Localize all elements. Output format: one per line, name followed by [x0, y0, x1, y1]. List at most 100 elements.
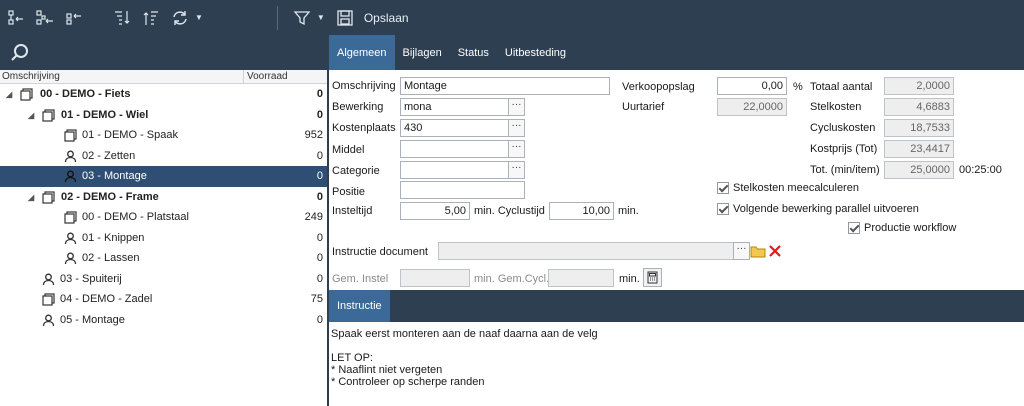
instructie-document-field[interactable]: [438, 242, 734, 260]
checkbox-checked-icon[interactable]: [717, 203, 729, 215]
tree-row[interactable]: 05 - Montage 0: [0, 310, 327, 331]
tree-row[interactable]: 01 - DEMO - Spaak 952: [0, 125, 327, 146]
expand-triangle-icon[interactable]: ◢: [6, 90, 14, 99]
middel-lookup-button[interactable]: ···: [508, 140, 525, 158]
volgende-parallel-checkbox[interactable]: Volgende bewerking parallel uitvoeren: [717, 203, 919, 215]
verkoopopslag-field[interactable]: 0,00: [717, 77, 787, 95]
instructie-text-area[interactable]: Spaak eerst monteren aan de naaf daarna …: [329, 322, 1024, 406]
assembly-icon: [42, 190, 55, 204]
calculator-icon[interactable]: [643, 268, 662, 287]
tree-row-stock: 0: [316, 272, 323, 285]
tree-row[interactable]: 02 - Zetten 0: [0, 146, 327, 167]
folder-icon[interactable]: [750, 242, 766, 260]
chevron-down-icon[interactable]: ▼: [195, 13, 203, 22]
save-button[interactable]: Opslaan: [364, 11, 409, 25]
stelkosten-meecalculeren-checkbox[interactable]: Stelkosten meecalculeren: [717, 182, 859, 194]
tree-row-label: 02 - DEMO - Frame: [61, 190, 159, 203]
categorie-field[interactable]: [400, 161, 509, 179]
tree-row-stock: 0: [316, 231, 323, 244]
gem-instel-field: [400, 269, 470, 287]
kostprijs-label: Kostprijs (Tot): [810, 143, 878, 155]
expand-triangle-icon[interactable]: ◢: [28, 193, 36, 202]
positie-label: Positie: [332, 186, 366, 198]
tree-row-selected[interactable]: 03 - Montage 0: [0, 166, 327, 187]
person-icon: [64, 170, 77, 183]
categorie-lookup-button[interactable]: ···: [508, 161, 525, 179]
tree-row[interactable]: 01 - Knippen 0: [0, 228, 327, 249]
insteltijd-label: Insteltijd: [332, 205, 373, 217]
bewerking-field[interactable]: mona: [400, 98, 509, 116]
tab-instructie[interactable]: Instructie: [329, 290, 390, 322]
tab-bijlagen[interactable]: Bijlagen: [395, 35, 450, 70]
tab-algemeen[interactable]: Algemeen: [329, 35, 395, 70]
tree-row-label: 02 - Lassen: [82, 252, 140, 265]
tree-row-label: 05 - Montage: [60, 313, 125, 326]
tree-row-stock: 0: [316, 313, 323, 326]
insteltijd-field[interactable]: 5,00: [400, 202, 470, 220]
kostprijs-field: 23,4417: [884, 140, 954, 158]
save-icon[interactable]: [332, 5, 358, 31]
kostenplaats-label: Kostenplaats: [332, 122, 396, 134]
tree-row[interactable]: 02 - Lassen 0: [0, 248, 327, 269]
column-omschrijving[interactable]: Omschrijving: [0, 70, 244, 83]
filter-chevron-icon[interactable]: ▼: [317, 13, 325, 22]
uurtarief-field: 22,0000: [717, 98, 787, 116]
stelkosten-field: 4,6883: [884, 98, 954, 116]
collapse-all-icon[interactable]: [3, 5, 29, 31]
person-icon: [64, 150, 77, 163]
tree-row-stock: 75: [310, 293, 323, 306]
collapse-child-icon[interactable]: [61, 5, 87, 31]
tree-row-label: 01 - DEMO - Spaak: [82, 129, 178, 142]
bewerking-label: Bewerking: [332, 101, 384, 113]
checkbox-label: Volgende bewerking parallel uitvoeren: [733, 203, 919, 215]
tree-row-label: 00 - DEMO - Fiets: [40, 88, 131, 101]
checkbox-checked-icon[interactable]: [717, 182, 729, 194]
kostenplaats-lookup-button[interactable]: ···: [508, 119, 525, 137]
refresh-icon[interactable]: [167, 5, 193, 31]
cyclustijd-field[interactable]: 10,00: [549, 202, 614, 220]
tab-status[interactable]: Status: [450, 35, 497, 70]
part-icon: [64, 211, 77, 224]
expand-down-icon[interactable]: [109, 5, 135, 31]
kostenplaats-field[interactable]: 430: [400, 119, 509, 137]
tree-row-stock: 952: [304, 129, 323, 142]
cyclustijd-min-label: min.: [618, 205, 639, 217]
tree-row[interactable]: ◢ 02 - DEMO - Frame 0: [0, 187, 327, 208]
tree-row-stock: 0: [316, 108, 323, 121]
column-voorraad[interactable]: Voorraad: [244, 70, 327, 83]
tree-row-stock: 0: [316, 190, 323, 203]
middel-field[interactable]: [400, 140, 509, 158]
tab-uitbesteding[interactable]: Uitbesteding: [497, 35, 574, 70]
bewerking-lookup-button[interactable]: ···: [508, 98, 525, 116]
collapse-level-icon[interactable]: [32, 5, 58, 31]
totaal-aantal-field: 2,0000: [884, 77, 954, 95]
search-icon[interactable]: [10, 43, 30, 63]
positie-field[interactable]: [400, 181, 525, 199]
product-tree: Omschrijving Voorraad ◢ 00 - DEMO - Fiet…: [0, 70, 327, 406]
general-form: Omschrijving Montage Bewerking mona ··· …: [329, 70, 1024, 290]
cycluskosten-field: 18,7533: [884, 119, 954, 137]
tree-row[interactable]: ◢ 00 - DEMO - Fiets 0: [0, 84, 327, 105]
tree-row[interactable]: 00 - DEMO - Platstaal 249: [0, 207, 327, 228]
instructie-document-browse-button[interactable]: ···: [733, 242, 750, 260]
gem-cycl-field: [548, 269, 614, 287]
tree-row[interactable]: ◢ 01 - DEMO - Wiel 0: [0, 105, 327, 126]
instructie-line: Spaak eerst monteren aan de naaf daarna …: [331, 328, 598, 340]
tree-row[interactable]: 04 - DEMO - Zadel 75: [0, 289, 327, 310]
omschrijving-field[interactable]: Montage: [400, 77, 610, 95]
main-toolbar: ▼ ▼ Opslaan: [0, 0, 1024, 35]
checkbox-checked-icon[interactable]: [848, 222, 860, 234]
tree-row[interactable]: 03 - Spuiterij 0: [0, 269, 327, 290]
filter-icon[interactable]: [289, 5, 315, 31]
productie-workflow-checkbox[interactable]: Productie workflow: [848, 222, 956, 234]
expand-up-icon[interactable]: [138, 5, 164, 31]
uurtarief-label: Uurtarief: [622, 101, 665, 113]
cycluskosten-label: Cycluskosten: [810, 122, 876, 134]
tot-min-item-label: Tot. (min/item): [810, 164, 880, 176]
tree-row-label: 02 - Zetten: [82, 149, 136, 162]
checkbox-label: Stelkosten meecalculeren: [733, 182, 859, 194]
delete-icon[interactable]: [767, 242, 783, 260]
tree-row-label: 01 - DEMO - Wiel: [61, 108, 149, 121]
person-icon: [64, 232, 77, 245]
expand-triangle-icon[interactable]: ◢: [28, 111, 36, 120]
